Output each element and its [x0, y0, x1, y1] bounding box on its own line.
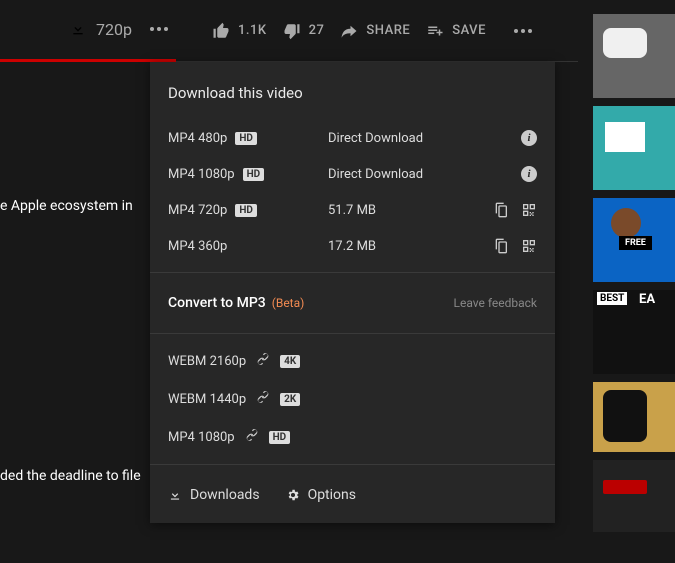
save-button[interactable]: SAVE — [418, 22, 494, 40]
download-meta: 51.7 MB — [328, 203, 493, 218]
downloads-label: Downloads — [190, 487, 260, 503]
dislike-count: 27 — [309, 23, 325, 38]
format-label: MP4 360p — [168, 239, 227, 254]
download-meta: Direct Download — [328, 167, 521, 182]
download-panel: Download this video MP4 480p HD Direct Do… — [150, 62, 555, 523]
dislike-button[interactable]: 27 — [275, 22, 333, 40]
format-label: MP4 720p — [168, 203, 227, 218]
link-icon — [256, 390, 270, 408]
convert-mp3[interactable]: Convert to MP3 (Beta) Leave feedback — [150, 281, 555, 325]
like-count: 1.1K — [238, 23, 267, 38]
format-label: WEBM 1440p — [168, 392, 246, 407]
download-meta: Direct Download — [328, 131, 521, 146]
thumb-up-icon — [212, 22, 230, 40]
res-badge: 2K — [280, 393, 300, 406]
format-label: WEBM 2160p — [168, 354, 246, 369]
res-badge: 4K — [280, 355, 300, 368]
options-label: Options — [308, 487, 356, 503]
recommended-thumbnails: FREE BESTEA — [593, 14, 675, 532]
copy-icon[interactable] — [493, 202, 509, 218]
like-button[interactable]: 1.1K — [204, 22, 275, 40]
video-thumbnail[interactable]: BESTEA — [593, 290, 675, 374]
info-icon[interactable]: i — [521, 166, 537, 182]
options-link[interactable]: Options — [286, 487, 356, 503]
divider — [150, 464, 555, 465]
video-action-bar: 720p 1.1K 27 SHARE SAVE — [0, 0, 578, 62]
copy-icon[interactable] — [493, 238, 509, 254]
hd-badge: HD — [243, 168, 265, 181]
format-label: MP4 1080p — [168, 430, 235, 445]
panel-title: Download this video — [150, 62, 555, 120]
more-icon[interactable] — [142, 27, 176, 31]
download-icon — [168, 488, 182, 502]
save-label: SAVE — [452, 23, 486, 38]
format-label: MP4 480p — [168, 131, 227, 146]
download-format-list: MP4 480p HD Direct Download i MP4 1080p HD… — [150, 120, 555, 264]
leave-feedback-link[interactable]: Leave feedback — [454, 296, 538, 310]
info-icon[interactable]: i — [521, 130, 537, 146]
download-option[interactable]: MP4 1080p HD — [150, 418, 555, 456]
link-icon — [256, 352, 270, 370]
download-option[interactable]: MP4 480p HD Direct Download i — [150, 120, 555, 156]
panel-footer: Downloads Options — [150, 473, 555, 517]
convert-label: Convert to MP3 — [168, 295, 266, 311]
download-option[interactable]: WEBM 1440p 2K — [150, 380, 555, 418]
download-quality-tab[interactable]: 720p — [0, 0, 176, 62]
video-thumbnail[interactable]: FREE — [593, 198, 675, 282]
qr-icon[interactable] — [521, 238, 537, 254]
share-button[interactable]: SHARE — [332, 22, 418, 40]
extra-format-list: WEBM 2160p 4K WEBM 1440p 2K MP4 1080p HD — [150, 342, 555, 456]
qr-icon[interactable] — [521, 202, 537, 218]
video-thumbnail[interactable] — [593, 106, 675, 190]
download-option[interactable]: MP4 720p HD 51.7 MB — [150, 192, 555, 228]
video-thumbnail[interactable] — [593, 382, 675, 452]
link-icon — [245, 428, 259, 446]
download-option[interactable]: MP4 360p 17.2 MB — [150, 228, 555, 264]
format-label: MP4 1080p — [168, 167, 235, 182]
download-icon — [70, 21, 86, 37]
share-label: SHARE — [366, 23, 410, 38]
divider — [150, 333, 555, 334]
video-title-snippet: ded the deadline to file — [0, 468, 141, 484]
share-icon — [340, 22, 358, 40]
hd-badge: HD — [235, 132, 257, 145]
overflow-menu-icon[interactable] — [506, 29, 540, 33]
quality-label: 720p — [96, 20, 132, 39]
thumb-down-icon — [283, 22, 301, 40]
gear-icon — [286, 488, 300, 502]
video-title-snippet: e Apple ecosystem in — [0, 198, 133, 214]
download-option[interactable]: MP4 1080p HD Direct Download i — [150, 156, 555, 192]
divider — [150, 272, 555, 273]
res-badge: HD — [269, 431, 291, 444]
video-thumbnail[interactable] — [593, 460, 675, 532]
playlist-add-icon — [426, 22, 444, 40]
download-meta: 17.2 MB — [328, 239, 493, 254]
action-buttons: 1.1K 27 SHARE SAVE — [204, 22, 540, 40]
video-thumbnail[interactable] — [593, 14, 675, 98]
hd-badge: HD — [235, 204, 257, 217]
download-option[interactable]: WEBM 2160p 4K — [150, 342, 555, 380]
downloads-link[interactable]: Downloads — [168, 487, 260, 503]
beta-badge: (Beta) — [272, 296, 305, 310]
